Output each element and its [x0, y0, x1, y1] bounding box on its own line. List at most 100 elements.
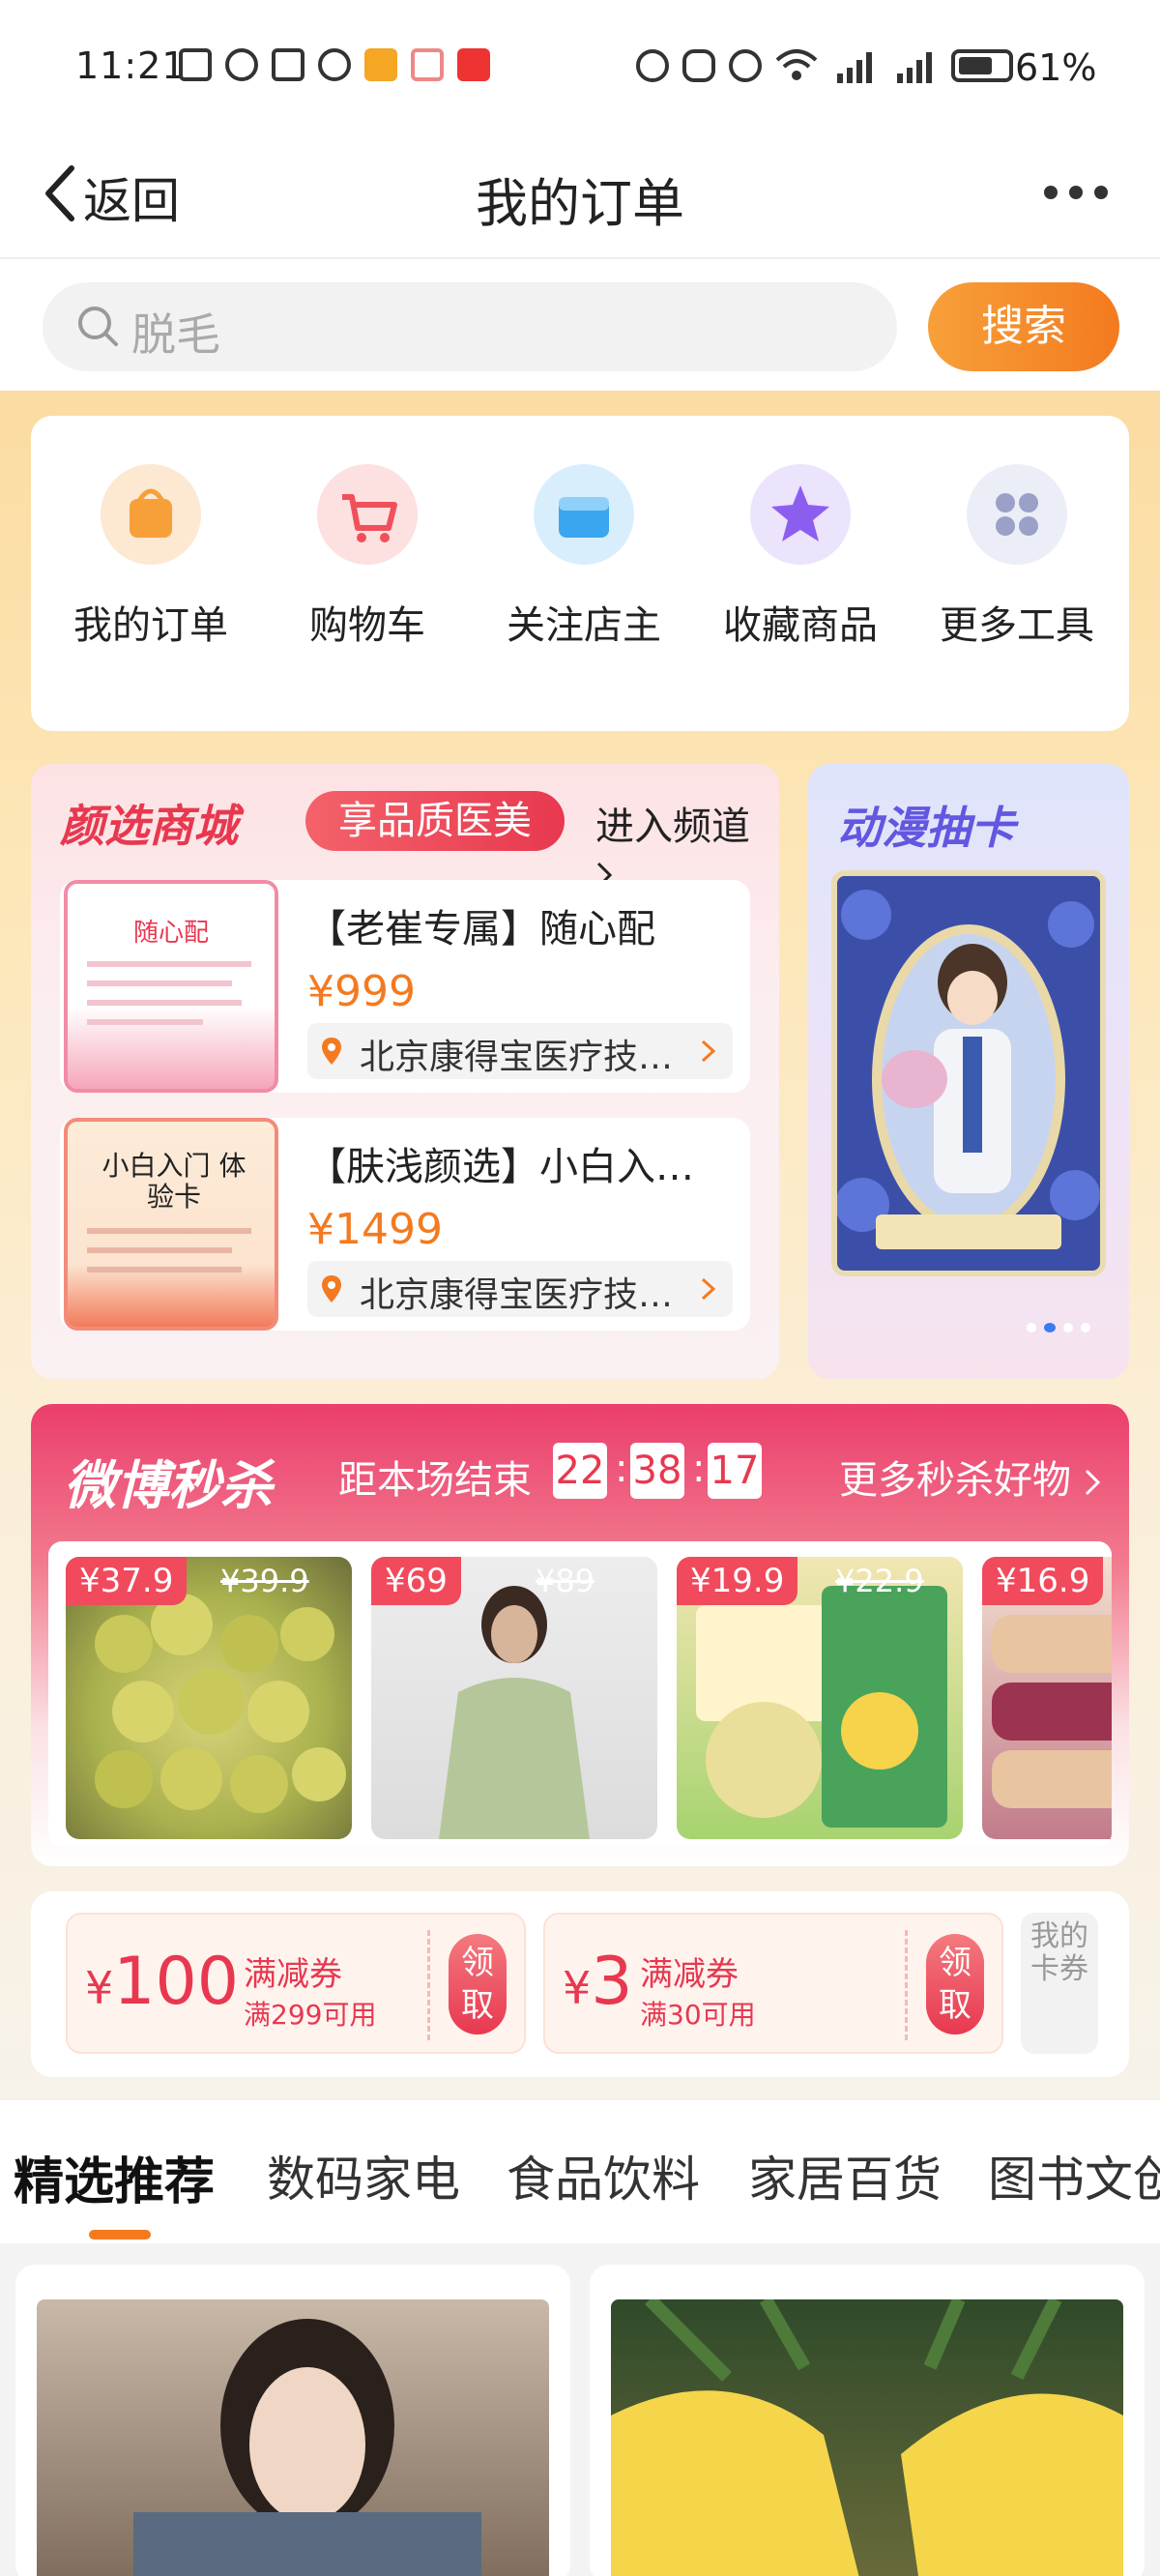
yanxuan-title: 颜选商城 [60, 800, 238, 852]
product-price: ¥999 [307, 967, 416, 1016]
page-title: 我的订单 [476, 173, 684, 234]
tool-label: 收藏商品 [723, 603, 878, 648]
flash-old-price: ¥89 [536, 1563, 595, 1599]
anime-card-draw[interactable]: 动漫抽卡 [808, 764, 1129, 1379]
coupon-amount: ¥100 [85, 1944, 240, 2020]
my-card-wallet-button[interactable]: 我的卡券 [1021, 1913, 1098, 2054]
coupon-divider [427, 1930, 430, 2040]
battery-icon [951, 49, 1013, 82]
location-pin-icon [322, 1275, 341, 1303]
yanxuan-product-item[interactable]: 随心配 【老崔专属】随心配 ¥999 北京康得宝医疗技… [60, 880, 750, 1093]
grid-icon [967, 464, 1067, 565]
tab-digital[interactable]: 数码家电 [267, 2141, 460, 2210]
nav-header: 返回 我的订单 [0, 135, 1160, 259]
tool-cart[interactable]: 购物车 [271, 464, 464, 650]
more-flash-sale-link[interactable]: 更多秒杀好物 [839, 1449, 1101, 1505]
product-title: 【老崔专属】随心配 [307, 907, 655, 951]
thumbnail-text: 随心配 [132, 919, 209, 948]
cart-icon [317, 464, 418, 565]
enter-channel-label: 进入频道 [595, 805, 750, 849]
tool-favorites[interactable]: 收藏商品 [704, 464, 897, 650]
timer-colon: : [692, 1447, 706, 1491]
recommend-feed [0, 2243, 1160, 2576]
cast-icon [179, 48, 212, 81]
flash-old-price: ¥22.9 [835, 1563, 924, 1599]
more-options-icon[interactable] [1044, 186, 1108, 199]
tool-more[interactable]: 更多工具 [920, 464, 1114, 650]
countdown-hours: 22 [553, 1443, 607, 1499]
flash-sale-item[interactable]: ¥69 ¥89 [371, 1557, 657, 1839]
shop-link[interactable]: 北京康得宝医疗技… [307, 1023, 733, 1079]
flash-sale-items: ¥37.9 ¥39.9 ¥69 ¥89 ¥19.9 ¥22.9 ¥16.9 [48, 1541, 1112, 1847]
tab-featured[interactable]: 精选推荐 [14, 2141, 215, 2213]
yanxuan-mall-card[interactable]: 颜选商城 享品质医美 进入频道 随心配 【老崔专属】随心配 ¥999 北京康得宝… [31, 764, 779, 1379]
more-flash-sale-label: 更多秒杀好物 [839, 1458, 1071, 1503]
swoosh-icon [318, 48, 351, 81]
yanxuan-badge[interactable]: 享品质医美 [305, 791, 565, 851]
flash-sale-item[interactable]: ¥19.9 ¥22.9 [677, 1557, 963, 1839]
nfc-icon [272, 48, 304, 81]
tool-my-orders[interactable]: 我的订单 [54, 464, 247, 650]
flash-price: ¥16.9 [982, 1557, 1104, 1605]
tab-books[interactable]: 图书文创 [988, 2141, 1160, 2210]
mute-icon [729, 49, 762, 82]
anime-character-card-image [831, 870, 1106, 1276]
coupon-item[interactable]: ¥100 满减券 满299可用 领取 [66, 1913, 526, 2054]
tool-label: 关注店主 [507, 603, 661, 648]
shop-name: 北京康得宝医疗技… [360, 1038, 674, 1077]
category-tabs: 精选推荐 数码家电 食品饮料 家居百货 图书文创 [0, 2100, 1160, 2243]
flash-sale-item[interactable]: ¥16.9 [982, 1557, 1112, 1839]
bluetooth-icon [682, 49, 715, 82]
flash-sale-item[interactable]: ¥37.9 ¥39.9 [66, 1557, 352, 1839]
search-placeholder: 脱毛 [131, 308, 220, 361]
shopping-bag-icon [101, 464, 201, 565]
tab-food[interactable]: 食品饮料 [507, 2141, 700, 2210]
timer-colon: : [615, 1447, 628, 1491]
coupon-name: 满减券 [640, 1955, 739, 1994]
countdown-label: 距本场结束 [338, 1458, 532, 1503]
carousel-indicator [1027, 1323, 1090, 1332]
search-input[interactable]: 脱毛 [43, 282, 897, 371]
search-button[interactable]: 搜索 [928, 282, 1119, 371]
tool-follow-shops[interactable]: 关注店主 [487, 464, 681, 650]
search-icon [78, 307, 118, 346]
flash-price: ¥69 [371, 1557, 461, 1605]
flash-old-price: ¥39.9 [220, 1563, 309, 1599]
chevron-right-icon [701, 1039, 716, 1063]
countdown-minutes: 38 [630, 1443, 684, 1499]
flash-price: ¥19.9 [677, 1557, 798, 1605]
thumbnail-text: 小白入门 体验卡 [102, 1150, 246, 1213]
anime-title: 动漫抽卡 [837, 802, 1015, 854]
claim-coupon-button[interactable]: 领取 [926, 1934, 984, 2034]
tool-label: 购物车 [309, 603, 425, 648]
chevron-right-icon [701, 1277, 716, 1301]
shop-link[interactable]: 北京康得宝医疗技… [307, 1261, 733, 1317]
battery-percent: 61% [1015, 46, 1097, 89]
chevron-right-icon [1085, 1469, 1100, 1496]
coupon-item[interactable]: ¥3 满减券 满30可用 领取 [543, 1913, 1003, 2054]
tool-label: 更多工具 [940, 603, 1094, 648]
feed-product-card[interactable] [15, 2265, 570, 2576]
product-title: 【肤浅颜选】小白入… [307, 1145, 694, 1189]
search-bar: 脱毛 搜索 [0, 259, 1160, 391]
yanxuan-product-item[interactable]: 小白入门 体验卡 【肤浅颜选】小白入… ¥1499 北京康得宝医疗技… [60, 1118, 750, 1331]
coupon-amount: ¥3 [563, 1944, 633, 2020]
tab-home[interactable]: 家居百货 [748, 2141, 942, 2210]
coupon-divider [905, 1930, 908, 2040]
feed-product-image [611, 2299, 1123, 2576]
flash-sale-title: 微博秒杀 [64, 1455, 273, 1516]
coupon-name: 满减券 [244, 1955, 342, 1994]
coupon-card: ¥100 满减券 满299可用 领取 ¥3 满减券 满30可用 领取 我的卡券 [31, 1891, 1129, 2077]
product-thumbnail: 随心配 [64, 880, 278, 1093]
location-pin-icon [322, 1038, 341, 1065]
claim-coupon-button[interactable]: 领取 [449, 1934, 507, 2034]
feed-product-image [37, 2299, 549, 2576]
feed-product-card[interactable] [590, 2265, 1145, 2576]
bank-icon [457, 48, 490, 81]
eye-icon [225, 48, 258, 81]
wifi-icon [775, 49, 818, 80]
status-bar: 11:21 61% [0, 0, 1160, 135]
product-price: ¥1499 [307, 1205, 443, 1254]
shop-name: 北京康得宝医疗技… [360, 1275, 674, 1315]
alarm-icon [636, 49, 669, 82]
